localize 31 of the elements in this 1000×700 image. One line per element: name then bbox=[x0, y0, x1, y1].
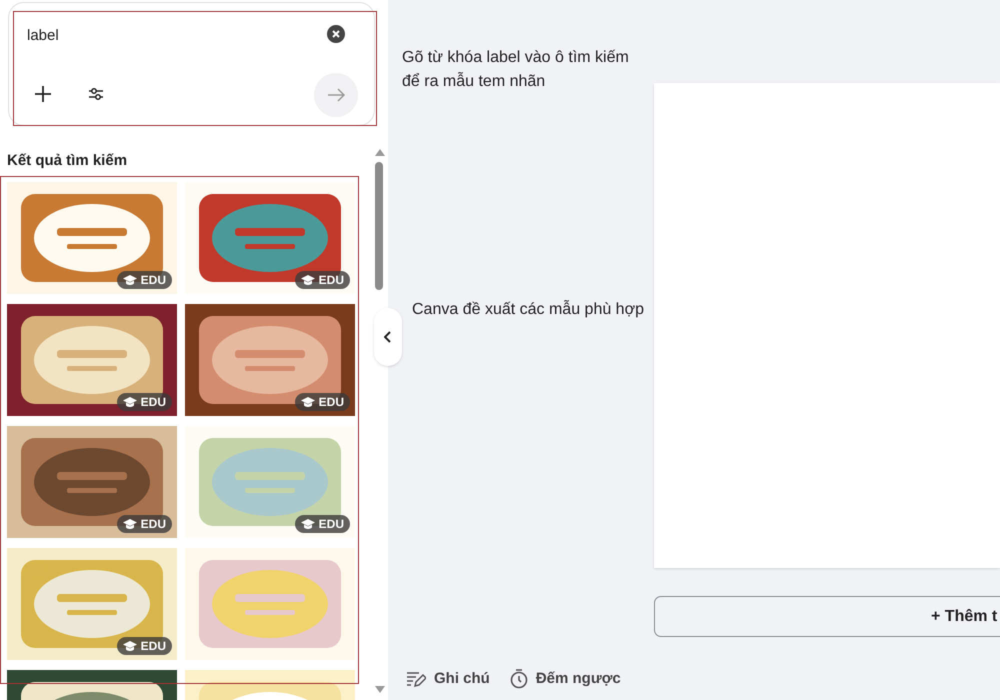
search-field[interactable]: label bbox=[27, 25, 59, 48]
scroll-up-icon[interactable] bbox=[375, 148, 385, 156]
scrollbar-thumb[interactable] bbox=[375, 162, 383, 290]
timer-button[interactable]: Đếm ngược bbox=[510, 668, 621, 690]
graduation-cap-icon bbox=[300, 274, 315, 286]
badge-label: EDU bbox=[318, 394, 344, 411]
badge-label: EDU bbox=[318, 272, 344, 289]
section-title: Kết quả tìm kiếm bbox=[7, 151, 128, 171]
badge-label: EDU bbox=[140, 394, 166, 411]
graduation-cap-icon bbox=[122, 274, 137, 286]
badge-label: EDU bbox=[140, 638, 166, 655]
graduation-cap-icon bbox=[122, 518, 137, 530]
badge-label: EDU bbox=[318, 516, 344, 533]
annotation-text: Canva đề xuất các mẫu phù hợp bbox=[412, 299, 644, 320]
scroll-down-icon[interactable] bbox=[375, 686, 385, 694]
notes-icon bbox=[406, 670, 426, 688]
timer-icon bbox=[510, 669, 528, 690]
add-page-button[interactable]: + Thêm t bbox=[654, 596, 1000, 637]
annotation-text: Gõ từ khóa label vào ô tìm kiếm để ra mẫu tem nhãn bbox=[402, 48, 630, 92]
chevron-left-icon bbox=[384, 331, 392, 343]
badge-label: EDU bbox=[140, 272, 166, 289]
clear-icon[interactable] bbox=[327, 25, 345, 43]
graduation-cap-icon bbox=[300, 396, 315, 408]
plus-icon[interactable] bbox=[34, 85, 52, 103]
notes-button[interactable]: Ghi chú bbox=[406, 668, 490, 690]
sliders-icon[interactable] bbox=[88, 86, 104, 102]
graduation-cap-icon bbox=[300, 518, 315, 530]
graduation-cap-icon bbox=[122, 396, 137, 408]
arrow-right-icon bbox=[327, 88, 345, 102]
graduation-cap-icon bbox=[122, 640, 137, 652]
badge-label: EDU bbox=[140, 516, 166, 533]
